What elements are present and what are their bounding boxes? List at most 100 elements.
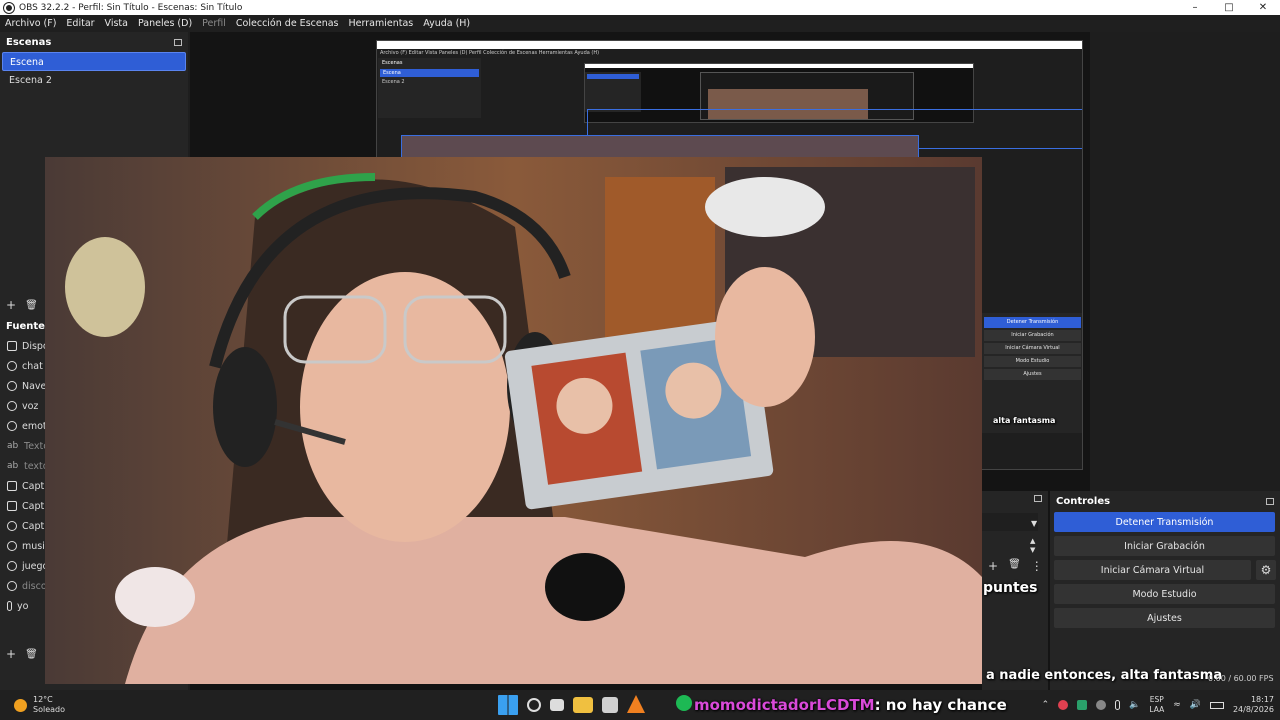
browser-icon [7, 421, 17, 431]
chevron-up-icon[interactable]: ⌃ [1042, 700, 1050, 710]
nested-stream-button: Detener Transmisión [984, 317, 1081, 328]
remove-source-button[interactable]: 🗑 [25, 649, 38, 660]
minimize-button[interactable]: – [1178, 2, 1212, 13]
game-capture-icon [7, 521, 17, 531]
scene-list: Escena Escena 2 [0, 52, 188, 90]
microphone-icon[interactable] [1115, 700, 1121, 710]
taskbar: 12°C Soleado momodictadorLCDTM: no hay c… [0, 690, 1280, 720]
chat-message: : no hay chance [874, 696, 1007, 714]
clock-date: 24/8/2026 [1232, 705, 1274, 714]
scene-item[interactable]: Escena [2, 52, 186, 71]
weather-text: Soleado [33, 705, 65, 714]
browser-icon [7, 401, 17, 411]
add-scene-button[interactable]: + [6, 298, 16, 312]
mic-icon [7, 601, 12, 611]
menu-item-3[interactable]: Paneles (D) [133, 18, 197, 29]
scenes-dock-header: Escenas [0, 32, 188, 52]
speaker-icon[interactable]: 🔊 [1190, 700, 1201, 710]
chat-username: momodictadorLCDTM [694, 696, 875, 714]
menu-item-6[interactable]: Herramientas [344, 18, 419, 29]
studio-mode-button[interactable]: Modo Estudio [1054, 584, 1275, 604]
nested-scene-active: Escena [380, 69, 479, 77]
source-label: voz [22, 400, 39, 412]
nested-virtualcam-button: Iniciar Cámara Virtual [984, 343, 1081, 354]
chat-caption-overlay: a nadie entonces, alta fantasma [986, 668, 1223, 683]
nested-scenes-title: Escenas [382, 60, 403, 66]
remove-button[interactable]: 🗑 [1008, 559, 1021, 573]
obs-logo-icon [4, 2, 14, 13]
task-view-icon[interactable] [550, 699, 564, 711]
window-title: OBS 32.2.2 - Perfil: Sin Título - Escena… [19, 2, 243, 13]
start-virtual-camera-button[interactable]: Iniciar Cámara Virtual [1054, 560, 1251, 580]
menu-bar: Archivo (F) Editar Vista Paneles (D) Perfil C… [0, 15, 1280, 32]
menu-item-0[interactable]: Archivo (F) [0, 18, 61, 29]
maximize-button[interactable]: □ [1212, 2, 1246, 13]
apuntes-overlay: puntes [983, 580, 1038, 596]
mixer-select[interactable] [982, 513, 1038, 531]
stop-stream-button[interactable]: Detener Transmisión [1054, 512, 1275, 532]
shield-icon[interactable] [1077, 700, 1088, 710]
nested-studio-button: Modo Estudio [984, 356, 1081, 367]
settings-button[interactable]: Ajustes [1054, 608, 1275, 628]
menu-item-4[interactable]: Perfil [197, 18, 231, 29]
camera-icon [7, 341, 17, 351]
source-label: disco [22, 580, 47, 592]
obs-tray-icon[interactable] [1058, 700, 1069, 710]
menu-item-1[interactable]: Editar [61, 18, 99, 29]
nested-menu-bar: Archivo (F) Editar Vista Paneles (D) Per… [380, 50, 600, 56]
nested-settings-button: Ajustes [984, 369, 1081, 380]
temperature: 12°C [33, 695, 53, 704]
scene-item[interactable]: Escena 2 [2, 71, 186, 90]
menu-item-7[interactable]: Ayuda (H) [418, 18, 475, 29]
nested-record-button: Iniciar Grabación [984, 330, 1081, 341]
chevron-down-icon: ▼ [1031, 519, 1038, 528]
windows-start-icon[interactable] [498, 695, 518, 715]
add-source-button[interactable]: + [6, 647, 16, 661]
volume-icon[interactable]: 🔈 [1129, 700, 1140, 710]
text-icon: ab [7, 461, 19, 471]
source-label: yo [17, 600, 29, 612]
gear-icon[interactable]: ⚙ [1256, 560, 1276, 580]
browser-icon [7, 381, 17, 391]
undock-icon[interactable] [1266, 497, 1274, 505]
weather-widget[interactable]: 12°C Soleado [0, 695, 65, 715]
controls-dock: Controles Detener Transmisión Iniciar Gr… [1050, 491, 1280, 690]
source-label: chat [22, 360, 43, 372]
browser-icon [7, 561, 17, 571]
controls-dock-title: Controles [1056, 495, 1111, 507]
start-recording-button[interactable]: Iniciar Grabación [1054, 536, 1275, 556]
browser-icon [7, 361, 17, 371]
webcam-image [45, 157, 982, 684]
search-icon[interactable] [527, 698, 541, 712]
spotify-icon[interactable] [676, 695, 692, 711]
vlc-icon[interactable] [627, 695, 645, 713]
add-button[interactable]: + [988, 559, 998, 573]
file-explorer-icon[interactable] [573, 697, 593, 713]
browser-icon [7, 541, 17, 551]
store-icon[interactable] [602, 697, 618, 713]
undock-icon[interactable] [1034, 495, 1042, 502]
scenes-dock-title: Escenas [6, 36, 52, 48]
clock[interactable]: 18:17 24/8/2026 [1233, 695, 1274, 715]
clock-time: 18:17 [1250, 695, 1274, 704]
camera-feed [45, 157, 982, 684]
system-tray: ⌃ 🔈 ESP LAA ≈ 🔊 18:17 24/8/2026 [1042, 690, 1274, 720]
tray-app-icon[interactable] [1096, 700, 1107, 710]
menu-item-5[interactable]: Colección de Escenas [231, 18, 344, 29]
language-indicator[interactable]: ESP LAA [1149, 695, 1164, 715]
language-top: ESP [1149, 695, 1164, 704]
language-bottom: LAA [1149, 705, 1165, 714]
battery-icon[interactable] [1209, 701, 1224, 709]
close-button[interactable]: ✕ [1246, 2, 1280, 13]
nested-scene: Escena 2 [382, 79, 405, 85]
remove-scene-button[interactable]: 🗑 [25, 300, 38, 311]
menu-item-2[interactable]: Vista [100, 18, 133, 29]
stepper-icon[interactable]: ▲ ▼ [1030, 537, 1035, 555]
wifi-icon[interactable]: ≈ [1173, 700, 1181, 710]
browser-icon [7, 581, 17, 591]
undock-icon[interactable] [174, 38, 182, 46]
nested-caption: alta fantasma [993, 416, 1056, 425]
text-icon: ab [7, 441, 19, 451]
controls-dock-header: Controles [1050, 491, 1280, 511]
more-icon[interactable]: ⋮ [1031, 559, 1043, 573]
